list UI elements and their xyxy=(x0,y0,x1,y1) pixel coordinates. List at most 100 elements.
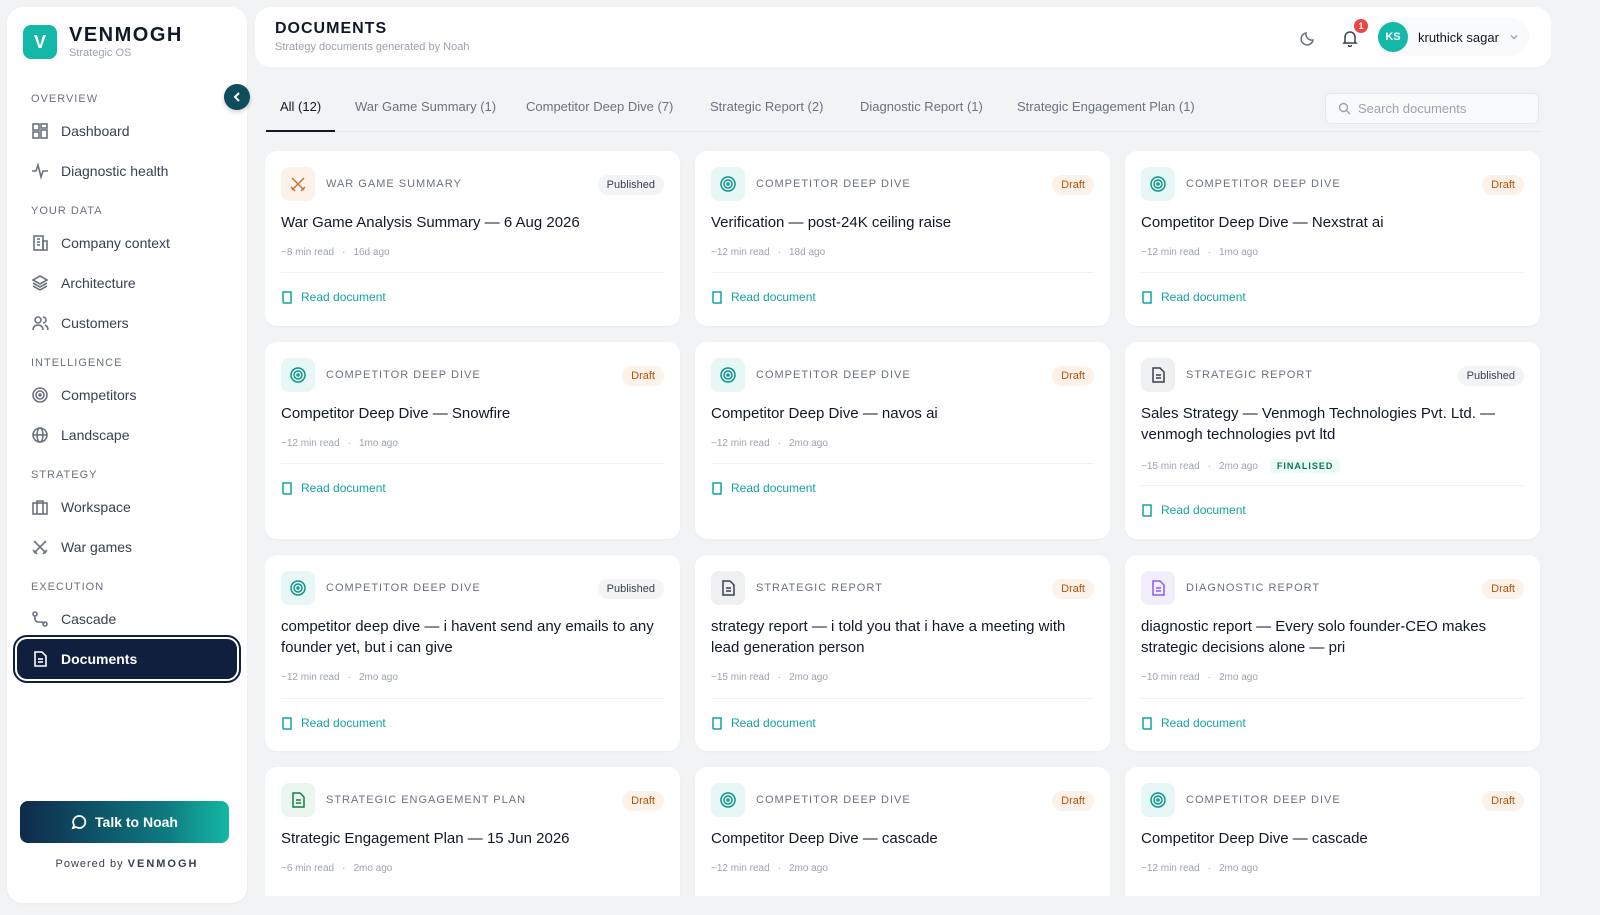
target-icon xyxy=(1141,167,1175,201)
book-icon xyxy=(1142,716,1152,730)
divider xyxy=(711,272,1094,273)
sidebar-item-landscape[interactable]: Landscape xyxy=(7,415,247,455)
talk-to-noah-button[interactable]: Talk to Noah xyxy=(20,801,229,843)
read-time: ~6 min read xyxy=(281,863,335,874)
document-age: 16d ago xyxy=(353,247,390,258)
sidebar-item-company-context[interactable]: Company context xyxy=(7,223,247,263)
chat-icon xyxy=(71,815,87,830)
document-age: 1mo ago xyxy=(1219,247,1258,258)
users-icon xyxy=(32,316,49,331)
document-title: Competitor Deep Dive — Nexstrat ai xyxy=(1141,214,1384,231)
sidebar-item-workspace[interactable]: Workspace xyxy=(7,487,247,527)
sidebar-item-competitors[interactable]: Competitors xyxy=(7,375,247,415)
read-document-link[interactable]: Read document xyxy=(1141,290,1246,304)
document-card[interactable]: COMPETITOR DEEP DIVE Published competito… xyxy=(265,555,680,751)
read-label: Read document xyxy=(731,481,816,495)
read-document-link[interactable]: Read document xyxy=(281,716,386,730)
tab-strategic-engagement-plan[interactable]: Strategic Engagement Plan (1) xyxy=(1017,88,1195,132)
sidebar-item-architecture[interactable]: Architecture xyxy=(7,263,247,303)
sidebar-item-label: Customers xyxy=(61,315,129,331)
document-card[interactable]: STRATEGIC REPORT Published Sales Strateg… xyxy=(1125,342,1540,539)
document-age: 2mo ago xyxy=(789,672,828,683)
document-card[interactable]: WAR GAME SUMMARY Published War Game Anal… xyxy=(265,151,680,326)
sidebar-item-cascade[interactable]: Cascade xyxy=(7,599,247,639)
user-menu[interactable]: KS kruthick sagar xyxy=(1377,18,1529,56)
sidebar-item-dashboard[interactable]: Dashboard xyxy=(7,111,247,151)
document-age: 18d ago xyxy=(789,247,826,258)
read-document-link[interactable]: Read document xyxy=(711,481,816,495)
read-time: ~12 min read xyxy=(711,863,770,874)
document-meta: ~15 min read · 2mo ago FINALISED xyxy=(1141,459,1341,473)
read-document-link[interactable]: Read document xyxy=(1141,503,1246,517)
nav-section-overview: OVERVIEW xyxy=(31,93,99,105)
read-time: ~8 min read xyxy=(281,247,335,258)
tab-war-game-summary[interactable]: War Game Summary (1) xyxy=(355,88,496,132)
chevron-down-icon xyxy=(1510,35,1518,40)
user-name: kruthick sagar xyxy=(1418,29,1499,45)
sidebar-item-label: Landscape xyxy=(61,427,130,443)
read-label: Read document xyxy=(301,716,386,730)
book-icon xyxy=(282,716,292,730)
sidebar-item-documents[interactable]: Documents xyxy=(13,635,241,683)
document-meta: ~12 min read · 1mo ago xyxy=(1141,247,1258,258)
brand[interactable]: V VENMOGH Strategic OS xyxy=(23,25,183,59)
document-card[interactable]: COMPETITOR DEEP DIVE Draft Competitor De… xyxy=(695,767,1110,896)
sidebar-item-label: Company context xyxy=(61,235,170,251)
read-time: ~12 min read xyxy=(281,438,340,449)
read-document-link[interactable]: Read document xyxy=(1141,716,1246,730)
read-time: ~15 min read xyxy=(1141,460,1200,472)
nav-section-intelligence: INTELLIGENCE xyxy=(31,357,123,369)
tab-all[interactable]: All (12) xyxy=(266,88,336,132)
moon-icon[interactable] xyxy=(1299,29,1317,47)
document-title: competitor deep dive — i havent send any… xyxy=(281,618,654,656)
target-icon xyxy=(32,387,48,403)
sidebar: V VENMOGH Strategic OS OVERVIEW Dashboar… xyxy=(7,7,247,903)
document-card[interactable]: COMPETITOR DEEP DIVE Draft Competitor De… xyxy=(1125,151,1540,326)
document-age: 1mo ago xyxy=(359,438,398,449)
book-icon xyxy=(712,481,722,495)
collapse-sidebar-button[interactable] xyxy=(224,84,250,110)
document-card[interactable]: COMPETITOR DEEP DIVE Draft Verification … xyxy=(695,151,1110,326)
status-badge: Draft xyxy=(1482,791,1524,811)
tab-strategic-report[interactable]: Strategic Report (2) xyxy=(710,88,823,132)
document-age: 2mo ago xyxy=(353,863,393,874)
document-title: Competitor Deep Dive — Snowfire xyxy=(281,405,511,422)
document-card[interactable]: STRATEGIC REPORT Draft strategy report —… xyxy=(695,555,1110,751)
document-type: COMPETITOR DEEP DIVE xyxy=(1186,178,1341,190)
document-card[interactable]: DIAGNOSTIC REPORT Draft diagnostic repor… xyxy=(1125,555,1540,751)
read-document-link[interactable]: Read document xyxy=(281,290,386,304)
search-input[interactable]: Search documents xyxy=(1325,93,1539,124)
document-title: Competitor Deep Dive — cascade xyxy=(1141,830,1368,847)
document-card[interactable]: COMPETITOR DEEP DIVE Draft Competitor De… xyxy=(1125,767,1540,896)
read-document-link[interactable]: Read document xyxy=(711,290,816,304)
read-label: Read document xyxy=(731,716,816,730)
document-meta: ~10 min read · 2mo ago xyxy=(1141,672,1258,683)
swords-icon xyxy=(32,540,48,555)
document-age: 2mo ago xyxy=(1219,460,1258,472)
tab-competitor-deep-dive[interactable]: Competitor Deep Dive (7) xyxy=(526,88,673,132)
document-card[interactable]: COMPETITOR DEEP DIVE Draft Competitor De… xyxy=(265,342,680,539)
sidebar-item-diagnostic-health[interactable]: Diagnostic health xyxy=(7,151,247,191)
document-card[interactable]: STRATEGIC ENGAGEMENT PLAN Draft Strategi… xyxy=(265,767,680,896)
sidebar-item-customers[interactable]: Customers xyxy=(7,303,247,343)
target-icon xyxy=(281,358,315,392)
report-icon xyxy=(711,571,745,605)
page-header: DOCUMENTS Strategy documents generated b… xyxy=(255,7,1551,67)
sidebar-item-war-games[interactable]: War games xyxy=(7,527,247,567)
read-label: Read document xyxy=(301,481,386,495)
read-document-link[interactable]: Read document xyxy=(281,481,386,495)
read-time: ~10 min read xyxy=(1141,672,1200,683)
page-subtitle: Strategy documents generated by Noah xyxy=(275,41,470,53)
documents-grid: WAR GAME SUMMARY Published War Game Anal… xyxy=(265,151,1541,896)
sidebar-item-label: Documents xyxy=(61,651,138,667)
route-icon xyxy=(32,611,48,627)
read-label: Read document xyxy=(1161,290,1246,304)
sidebar-item-label: Workspace xyxy=(61,499,131,515)
tab-diagnostic-report[interactable]: Diagnostic Report (1) xyxy=(860,88,983,132)
read-document-link[interactable]: Read document xyxy=(711,716,816,730)
document-type: COMPETITOR DEEP DIVE xyxy=(756,369,911,381)
document-card[interactable]: COMPETITOR DEEP DIVE Draft Competitor De… xyxy=(695,342,1110,539)
document-meta: ~6 min read · 2mo ago xyxy=(281,863,393,874)
target-icon xyxy=(711,167,745,201)
book-icon xyxy=(282,290,292,304)
